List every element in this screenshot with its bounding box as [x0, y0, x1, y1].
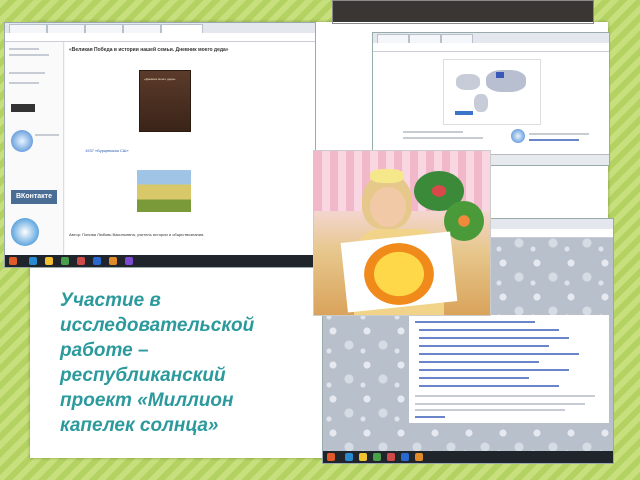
taskbar-app-icon — [373, 453, 381, 461]
emblem-icon — [11, 218, 39, 246]
article-area: «Великая Победа в истории нашей семьи. Д… — [65, 42, 315, 255]
taskbar-app-icon — [45, 257, 53, 265]
map-legend-bar — [455, 111, 473, 115]
taskbar-app-icon — [401, 453, 409, 461]
slide-caption: Участие в исследовательской работе – рес… — [60, 290, 255, 436]
author-line: Автор: Попова Любовь Васильевна, учитель… — [69, 232, 205, 237]
taskbar-app-icon — [359, 453, 367, 461]
browser-tab — [409, 34, 441, 43]
taskbar-app-icon — [345, 453, 353, 461]
screenshot-website-left: ВКонтакте «Великая Победа в истории наше… — [4, 22, 316, 268]
browser-tab — [441, 34, 473, 43]
child-with-sun-drawing-photo — [313, 150, 491, 316]
site-logo-icon — [511, 129, 525, 143]
project-content-panel — [409, 315, 609, 423]
school-logo-icon — [11, 130, 33, 152]
vk-button[interactable]: ВКонтакте — [11, 190, 57, 204]
browser-tab — [85, 24, 123, 33]
address-bar — [373, 43, 609, 52]
windows-taskbar — [323, 451, 613, 463]
address-bar — [5, 33, 315, 42]
browser-tab — [377, 34, 409, 43]
banner — [11, 104, 35, 112]
hair-bow — [370, 169, 404, 183]
taskbar-app-icon — [77, 257, 85, 265]
child-face — [370, 187, 406, 227]
start-icon — [9, 257, 17, 265]
browser-tab-active — [161, 24, 203, 33]
world-map — [443, 59, 541, 125]
taskbar-app-icon — [109, 257, 117, 265]
taskbar-app-icon — [29, 257, 37, 265]
start-icon — [327, 453, 335, 461]
book-label: «Дневник моего деда» — [144, 77, 176, 81]
browser-tab — [47, 24, 85, 33]
screenshot-website-map — [372, 32, 610, 166]
browser-tab — [9, 24, 47, 33]
book-cover: «Дневник моего деда» — [139, 70, 191, 132]
site-sidebar: ВКонтакте — [5, 42, 64, 255]
article-title: «Великая Победа в истории нашей семьи. Д… — [69, 47, 229, 53]
sun-drawing — [364, 243, 434, 305]
vk-label: ВКонтакте — [16, 193, 52, 200]
decorative-header-frame — [332, 0, 594, 24]
taskbar-app-icon — [93, 257, 101, 265]
taskbar-app-icon — [415, 453, 423, 461]
school-link[interactable]: 1937 «Бурцевская СШ» — [85, 148, 129, 153]
windows-taskbar — [5, 255, 315, 267]
taskbar-app-icon — [125, 257, 133, 265]
browser-tab — [123, 24, 161, 33]
school-photo — [137, 170, 191, 212]
taskbar-app-icon — [387, 453, 395, 461]
taskbar-app-icon — [61, 257, 69, 265]
